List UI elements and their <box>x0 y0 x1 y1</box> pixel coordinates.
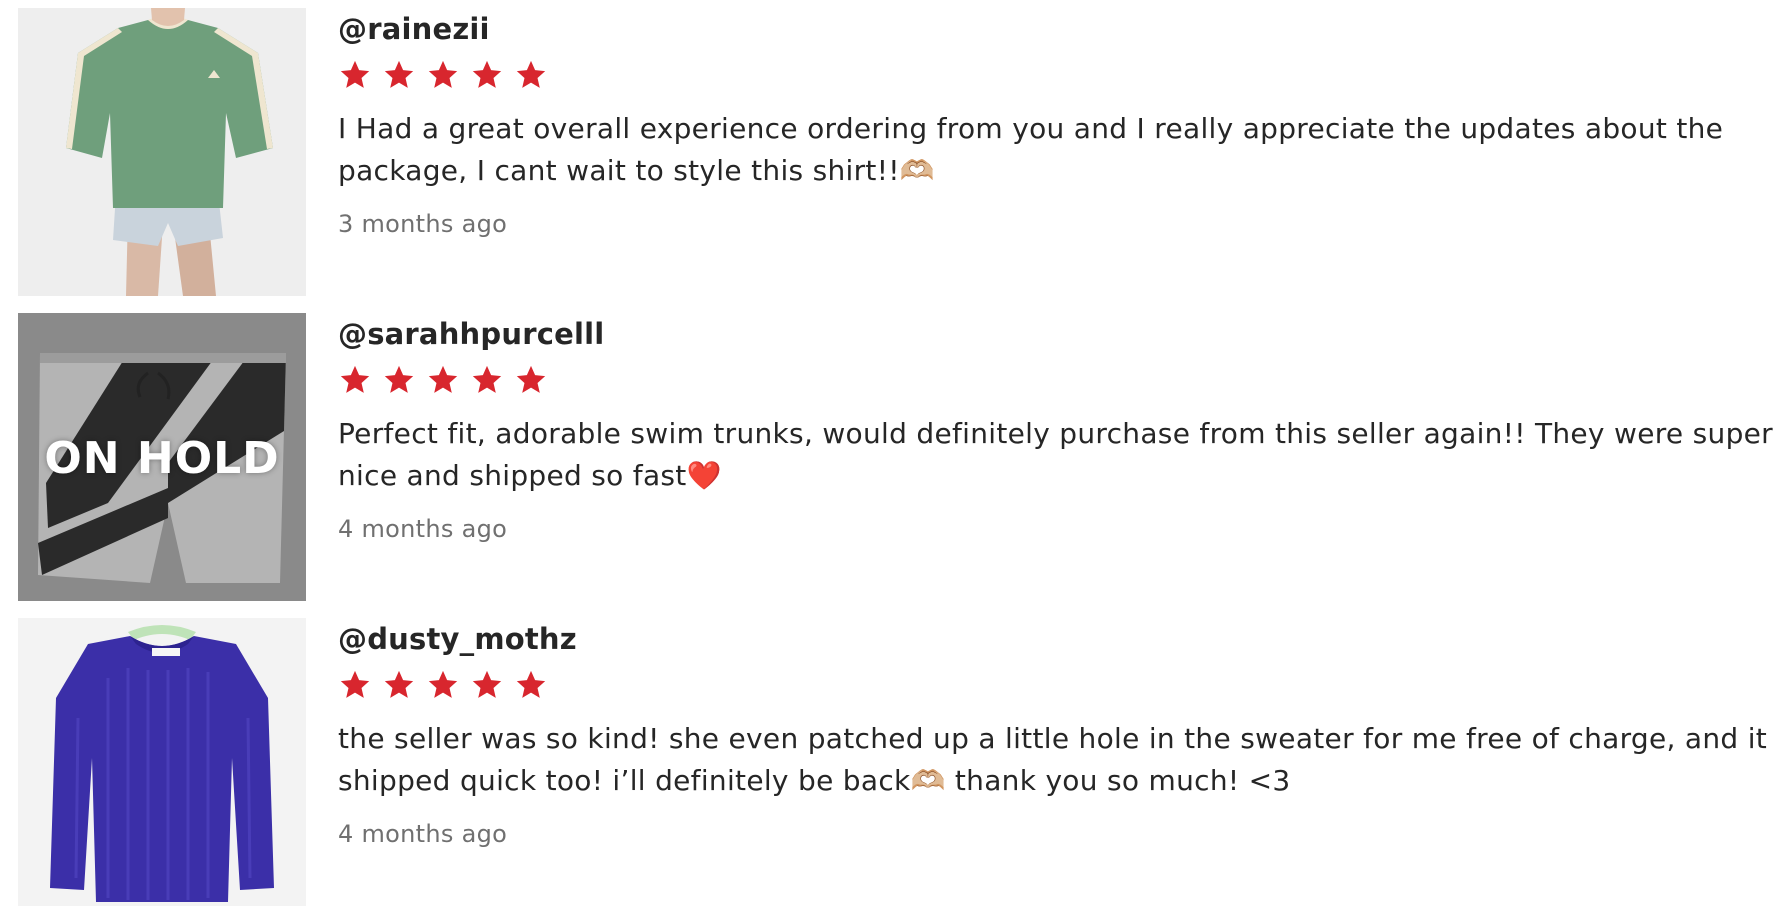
star-rating <box>338 361 1778 399</box>
star-icon <box>340 60 370 88</box>
item-thumbnail[interactable] <box>18 618 306 906</box>
item-thumbnail[interactable] <box>18 8 306 296</box>
review-timestamp: 4 months ago <box>338 515 508 543</box>
review-timestamp: 4 months ago <box>338 820 508 848</box>
review-text: the seller was so kind! she even patched… <box>338 722 1768 797</box>
reviews-list: @rainezii I Had a great overall experien… <box>0 0 1780 910</box>
reviewer-username[interactable]: @rainezii <box>338 8 1778 50</box>
on-hold-overlay: ON HOLD <box>44 433 280 484</box>
review-content: @rainezii I Had a great overall experien… <box>338 8 1778 240</box>
star-icon <box>384 670 414 698</box>
star-icon <box>516 60 546 88</box>
star-rating <box>338 666 1778 704</box>
star-icon <box>340 365 370 393</box>
star-icon <box>472 60 502 88</box>
review-content: @sarahhpurcelll Perfect fit, adorable sw… <box>338 313 1778 545</box>
star-icon <box>340 670 370 698</box>
review-content: @dusty_mothz the seller was so kind! she… <box>338 618 1778 850</box>
star-icon <box>384 365 414 393</box>
review-text: Perfect fit, adorable swim trunks, would… <box>338 417 1773 492</box>
review-item: ON HOLD @sarahhpurcelll Perfect fit, ado… <box>18 313 1778 603</box>
item-thumbnail[interactable]: ON HOLD <box>18 313 306 601</box>
star-icon <box>428 60 458 88</box>
star-icon <box>384 60 414 88</box>
star-icon <box>428 670 458 698</box>
star-icon <box>516 670 546 698</box>
reviewer-username[interactable]: @dusty_mothz <box>338 618 1778 660</box>
star-icon <box>472 670 502 698</box>
green-tshirt-photo-icon <box>18 8 306 296</box>
star-icon <box>516 365 546 393</box>
star-icon <box>472 365 502 393</box>
reviewer-username[interactable]: @sarahhpurcelll <box>338 313 1778 355</box>
review-timestamp: 3 months ago <box>338 210 508 238</box>
review-item: @dusty_mothz the seller was so kind! she… <box>18 618 1778 908</box>
blue-sweater-photo-icon <box>18 618 306 906</box>
star-icon <box>428 365 458 393</box>
review-text: I Had a great overall experience orderin… <box>338 112 1724 187</box>
review-item: @rainezii I Had a great overall experien… <box>18 8 1778 298</box>
star-rating <box>338 56 1778 94</box>
